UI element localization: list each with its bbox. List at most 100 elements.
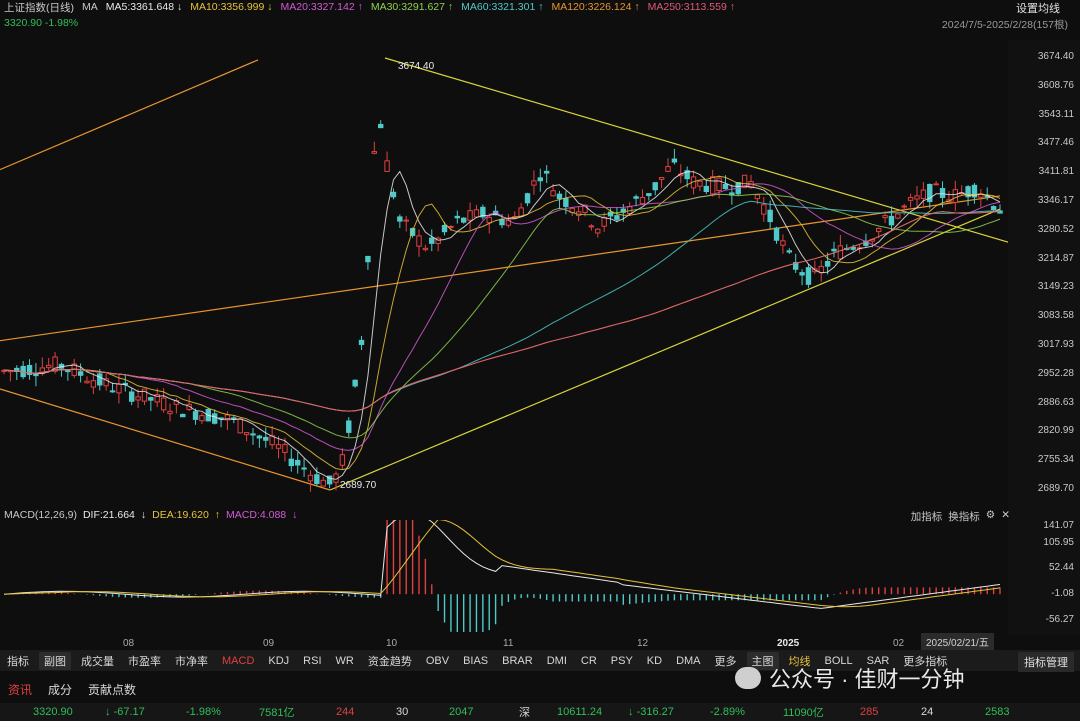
tab-item[interactable]: PSY (604, 655, 640, 667)
sh-price: 3320.90 (33, 706, 73, 718)
candle (837, 234, 844, 261)
sh-up-count: 244 (336, 706, 355, 718)
tab-item[interactable]: DMI (540, 655, 574, 667)
candle (888, 206, 895, 231)
tab-item[interactable]: KD (640, 655, 669, 667)
trend-line (0, 195, 1001, 342)
candle (658, 176, 665, 188)
price-tick: 3083.58 (1037, 310, 1074, 322)
candle (243, 432, 250, 442)
candle (716, 175, 722, 199)
macd-tick: 52.44 (1048, 562, 1074, 574)
tab-contribution[interactable]: 贡献点数 (80, 681, 144, 698)
macd-tick: -56.27 (1045, 614, 1074, 625)
ma-item: MA120:3226.124 ↑ (551, 1, 640, 13)
candle (128, 388, 135, 406)
current-date-box: 2025/02/21/五 (921, 633, 994, 650)
candle (952, 180, 959, 212)
candle (256, 434, 263, 448)
tab-news[interactable]: 资讯 (0, 681, 40, 698)
ma-item: MA20:3327.142 ↑ (280, 1, 363, 13)
tab-item[interactable]: MACD (215, 655, 261, 667)
tab-item[interactable]: 市净率 (168, 653, 215, 669)
price-tick: 3346.17 (1037, 194, 1074, 206)
candle (377, 120, 384, 129)
macd-chart[interactable] (0, 520, 1008, 632)
sz-amount: 11090亿 (783, 707, 824, 719)
candle (454, 210, 461, 224)
tab-item[interactable]: BIAS (456, 655, 495, 667)
ma-item: MA60:3321.301 ↑ (461, 1, 544, 13)
macd-tick: -1.08 (1051, 587, 1074, 599)
sz-up-count: 285 (860, 706, 879, 718)
candle (971, 183, 978, 204)
set-ma-button[interactable]: 设置均线 (1016, 0, 1060, 16)
candle (518, 202, 524, 217)
price-tick: 2886.63 (1037, 396, 1074, 408)
price-tick: 3017.93 (1037, 339, 1074, 350)
tab-item[interactable]: OBV (419, 655, 456, 667)
sh-percent: -1.98% (186, 706, 221, 718)
candle (780, 234, 786, 254)
tab-item[interactable]: 资金趋势 (361, 653, 419, 669)
candle (703, 180, 710, 195)
low-annotation: 2689.70 (340, 480, 377, 491)
candle (358, 335, 365, 351)
sh-change: ↓ -67.17 (105, 706, 145, 718)
tab-item[interactable]: 指标 (0, 653, 36, 669)
tab-item[interactable]: RSI (296, 655, 328, 667)
candle (390, 188, 397, 200)
tab-components[interactable]: 成分 (40, 681, 80, 698)
candle (346, 417, 352, 437)
candle (531, 170, 537, 195)
candle (467, 202, 473, 231)
candle (429, 229, 435, 252)
candle (697, 180, 703, 192)
candle (294, 452, 301, 474)
candle (646, 193, 652, 201)
ma-item: MA5:3361.648 ↓ (105, 1, 183, 13)
candlestick-chart[interactable] (0, 40, 1008, 500)
date-range: 2024/7/5-2025/2/28(157根) (941, 19, 1068, 31)
candle (365, 255, 371, 270)
date-tick: 11 (503, 638, 514, 649)
price-tick: 3411.81 (1038, 166, 1074, 178)
candle (761, 197, 767, 222)
ma-header: 上证指数(日线) MA MA5:3361.648 ↓ MA10:3356.999 … (0, 0, 1080, 14)
candle (773, 226, 780, 244)
candle (103, 373, 109, 391)
candle (588, 224, 595, 231)
tab-item[interactable]: 成交量 (74, 653, 121, 669)
tab-item[interactable]: BRAR (495, 655, 540, 667)
candle (818, 260, 824, 282)
tab-item[interactable]: KDJ (261, 655, 296, 667)
tab-item[interactable]: DMA (669, 655, 707, 667)
candle (709, 169, 716, 197)
price-tick: 2689.70 (1037, 483, 1074, 494)
sz-label: 深 (519, 707, 530, 719)
sz-percent: -2.89% (710, 706, 745, 718)
candle (339, 448, 346, 470)
candle (84, 376, 90, 384)
candle (914, 185, 920, 207)
candle (14, 365, 20, 381)
sz-down-count: 2583 (985, 706, 1010, 718)
date-tick: 08 (123, 638, 135, 649)
candle (71, 358, 77, 378)
macd-tick: 141.07 (1043, 520, 1074, 531)
trend-line (0, 59, 259, 171)
candle (735, 182, 741, 196)
tab-item[interactable]: WR (329, 655, 361, 667)
candle (109, 382, 116, 393)
candle (167, 403, 173, 422)
candle (352, 379, 358, 388)
indicator-management-button[interactable]: 指标管理 (1018, 652, 1074, 672)
candle (7, 369, 14, 382)
index-name: 上证指数(日线) (4, 1, 74, 14)
tab-item[interactable]: 市盈率 (121, 653, 168, 669)
tab-item[interactable]: 副图 (39, 651, 71, 670)
candle (895, 213, 901, 220)
tab-item[interactable]: CR (574, 655, 604, 667)
macd-line (3, 520, 1001, 608)
high-annotation: 3674.40 (398, 61, 435, 72)
